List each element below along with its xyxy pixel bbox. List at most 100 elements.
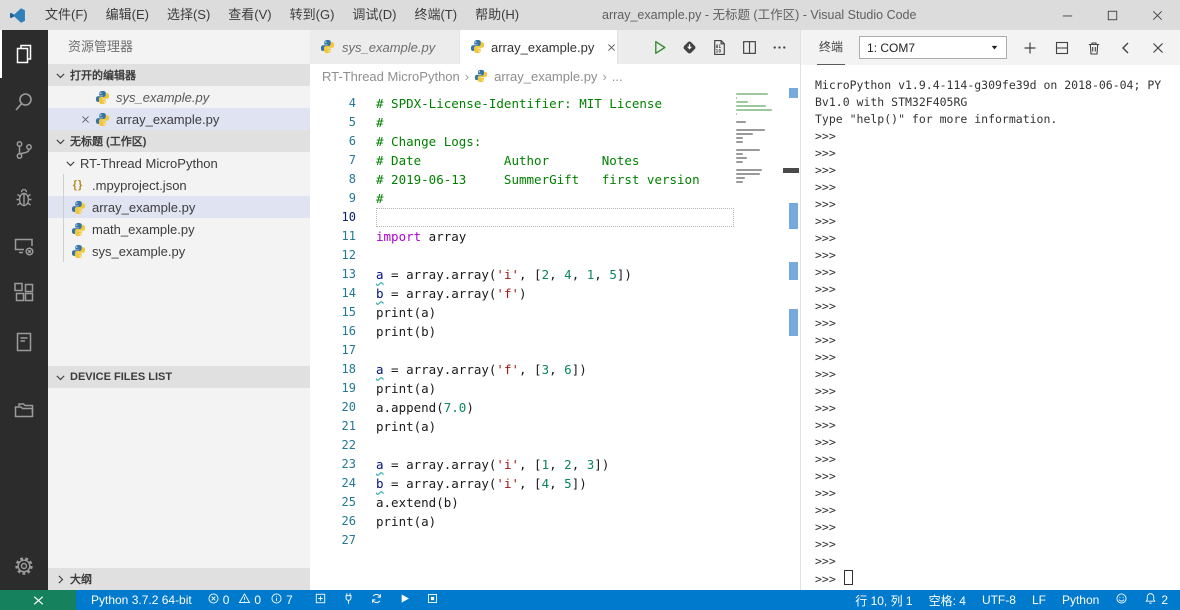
minimap[interactable] xyxy=(736,93,774,189)
menu-v[interactable]: 查看(V) xyxy=(219,0,280,30)
menu-t[interactable]: 终端(T) xyxy=(405,0,466,30)
close-icon[interactable] xyxy=(606,42,617,53)
tree-file-sys_example.py[interactable]: sys_example.py xyxy=(48,240,310,262)
problems[interactable]: 0 0 7 xyxy=(207,592,299,608)
code-line-9[interactable]: 9 # xyxy=(310,189,734,208)
code-line-4[interactable]: 4 # SPDX-License-Identifier: MIT License xyxy=(310,94,734,113)
code-token: , xyxy=(571,457,587,472)
activity-remote-device[interactable] xyxy=(0,222,48,270)
sync-button[interactable] xyxy=(370,592,383,608)
code-line-18[interactable]: 18 a = array.array('f', [3, 6]) xyxy=(310,360,734,379)
indentation-label: 空格: 4 xyxy=(928,593,966,608)
cursor-position[interactable]: 行 10, 列 1 xyxy=(855,592,912,609)
code-line-27[interactable]: 27 xyxy=(310,531,734,550)
menu-s[interactable]: 选择(S) xyxy=(158,0,219,30)
code-line-12[interactable]: 12 xyxy=(310,246,734,265)
run-button[interactable] xyxy=(646,34,672,60)
code-line-17[interactable]: 17 xyxy=(310,341,734,360)
close-panel-button[interactable] xyxy=(1149,39,1166,56)
run-status-button[interactable] xyxy=(398,592,411,608)
tab-terminal[interactable]: 终端 xyxy=(817,30,846,65)
activity-explorer[interactable] xyxy=(0,30,48,78)
code-line-20[interactable]: 20 a.append(7.0) xyxy=(310,398,734,417)
activity-device-folder[interactable] xyxy=(0,386,48,434)
activity-source-control[interactable] xyxy=(0,126,48,174)
minimize-button[interactable] xyxy=(1045,0,1090,30)
remote-indicator[interactable] xyxy=(0,590,76,610)
stop-status-button[interactable] xyxy=(426,592,439,608)
tree-file-array_example.py[interactable]: array_example.py xyxy=(48,196,310,218)
code-line-10[interactable]: 10 xyxy=(310,208,734,227)
menu-h[interactable]: 帮助(H) xyxy=(466,0,528,30)
python-version[interactable]: Python 3.7.2 64-bit xyxy=(91,593,192,607)
connect-device-button[interactable] xyxy=(342,592,355,608)
menu-d[interactable]: 调试(D) xyxy=(343,0,405,30)
code-line-19[interactable]: 19 print(a) xyxy=(310,379,734,398)
tree-file-math_example.py[interactable]: math_example.py xyxy=(48,218,310,240)
code-line-6[interactable]: 6 # Change Logs: xyxy=(310,132,734,151)
feedback[interactable] xyxy=(1115,592,1128,608)
eol[interactable]: LF xyxy=(1032,593,1046,607)
code-line-5[interactable]: 5 # xyxy=(310,113,734,132)
download-flash-button[interactable] xyxy=(676,34,702,60)
code-line-11[interactable]: 11 import array xyxy=(310,227,734,246)
workspace-header[interactable]: 无标题 (工作区) xyxy=(48,130,310,152)
split-editor-button[interactable] xyxy=(736,34,762,60)
overview-ruler[interactable] xyxy=(783,88,800,590)
code-line-13[interactable]: 13 a = array.array('i', [2, 4, 1, 5]) xyxy=(310,265,734,284)
code-line-26[interactable]: 26 print(a) xyxy=(310,512,734,531)
menu-g[interactable]: 转到(G) xyxy=(281,0,344,30)
open-editor-array_example.py[interactable]: array_example.py xyxy=(48,108,310,130)
code-line-15[interactable]: 15 print(a) xyxy=(310,303,734,322)
activity-settings[interactable] xyxy=(0,542,48,590)
code-lines[interactable]: 4 # SPDX-License-Identifier: MIT License 5… xyxy=(310,88,734,590)
terminal-output[interactable]: MicroPython v1.9.4-114-g309fe39d on 2018… xyxy=(801,65,1180,590)
code-editor[interactable]: 4 # SPDX-License-Identifier: MIT License 5… xyxy=(310,88,800,590)
indentation[interactable]: 空格: 4 xyxy=(929,592,966,609)
move-panel-button[interactable] xyxy=(1117,39,1134,56)
tab-sys_example.py[interactable]: sys_example.py xyxy=(310,30,460,64)
minimap-line xyxy=(736,109,772,111)
more-actions-button[interactable] xyxy=(766,34,792,60)
close-icon[interactable] xyxy=(76,111,94,127)
activity-search[interactable] xyxy=(0,78,48,126)
breadcrumb-item[interactable]: ... xyxy=(612,69,623,84)
menu-e[interactable]: 编辑(E) xyxy=(97,0,158,30)
tree-file-.mpyproject.json[interactable]: {} .mpyproject.json xyxy=(48,174,310,196)
breadcrumb-item[interactable]: RT-Thread MicroPython xyxy=(322,69,460,84)
tab-array_example.py[interactable]: array_example.py xyxy=(460,30,618,64)
code-line-8[interactable]: 8 # 2019-06-13 SummerGift first version xyxy=(310,170,734,189)
code-line-7[interactable]: 7 # Date Author Notes xyxy=(310,151,734,170)
maximize-button[interactable] xyxy=(1090,0,1135,30)
activity-extensions[interactable] xyxy=(0,270,48,318)
code-line-23[interactable]: 23 a = array.array('i', [1, 2, 3]) xyxy=(310,455,734,474)
tree-folder-rt-thread[interactable]: RT-Thread MicroPython xyxy=(48,152,310,174)
split-terminal-button[interactable] xyxy=(1053,39,1070,56)
encoding[interactable]: UTF-8 xyxy=(982,593,1016,607)
terminal-selector[interactable]: 1: COM7 xyxy=(859,36,1008,59)
notifications[interactable]: 2 xyxy=(1144,592,1168,608)
code-line-24[interactable]: 24 b = array.array('i', [4, 5]) xyxy=(310,474,734,493)
kill-terminal-button[interactable] xyxy=(1085,39,1102,56)
line-content xyxy=(376,208,734,227)
device-files-header[interactable]: DEVICE FILES LIST xyxy=(48,366,310,388)
open-editor-sys_example.py[interactable]: sys_example.py xyxy=(48,86,310,108)
add-button[interactable] xyxy=(314,592,327,608)
code-line-21[interactable]: 21 print(a) xyxy=(310,417,734,436)
binary-file-button[interactable]: 01 10 xyxy=(706,34,732,60)
code-line-14[interactable]: 14 b = array.array('f') xyxy=(310,284,734,303)
outline-header[interactable]: 大纲 xyxy=(48,568,310,590)
code-line-16[interactable]: 16 print(b) xyxy=(310,322,734,341)
language-mode[interactable]: Python xyxy=(1062,593,1099,607)
breadcrumb[interactable]: RT-Thread MicroPython › array_example.py ›.… xyxy=(310,64,800,88)
code-token: # xyxy=(376,115,384,130)
activity-notebook[interactable] xyxy=(0,318,48,366)
breadcrumb-item[interactable]: array_example.py xyxy=(494,69,597,84)
code-line-25[interactable]: 25 a.extend(b) xyxy=(310,493,734,512)
activity-debug[interactable] xyxy=(0,174,48,222)
open-editors-header[interactable]: 打开的编辑器 xyxy=(48,64,310,86)
menu-f[interactable]: 文件(F) xyxy=(36,0,97,30)
code-line-22[interactable]: 22 xyxy=(310,436,734,455)
close-window-button[interactable] xyxy=(1135,0,1180,30)
new-terminal-button[interactable] xyxy=(1021,39,1038,56)
